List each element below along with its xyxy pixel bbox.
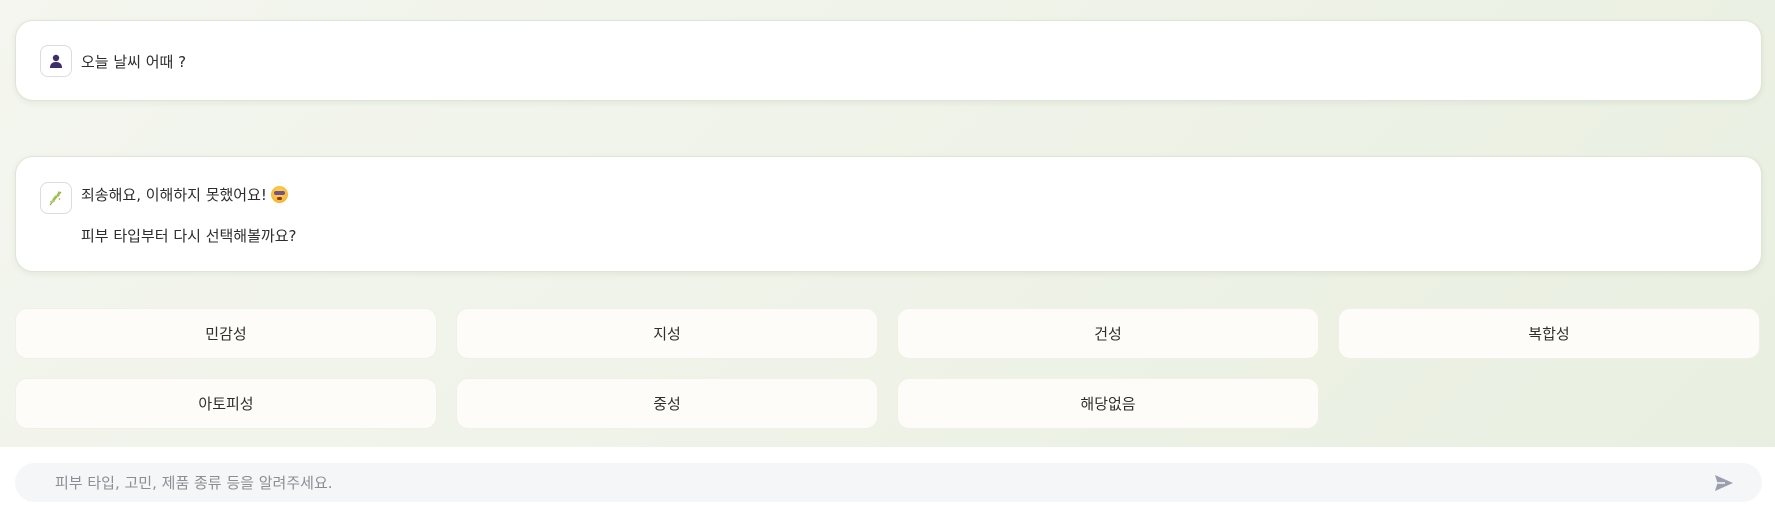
- user-message-text: 오늘 날씨 어때 ?: [81, 53, 187, 71]
- chat-area: 오늘 날씨 어때 ? 죄송해요, 이해하지 못했어요! 피부 타입부터 다시 선…: [0, 0, 1775, 447]
- skin-type-option-none[interactable]: 해당없음: [897, 378, 1319, 429]
- dizzy-face-emoji: [270, 186, 288, 203]
- bot-message-bubble: 죄송해요, 이해하지 못했어요! 피부 타입부터 다시 선택해볼까요?: [15, 156, 1762, 272]
- skin-type-option-normal[interactable]: 중성: [456, 378, 878, 429]
- bot-message-line-2: 피부 타입부터 다시 선택해볼까요?: [81, 227, 297, 245]
- message-input[interactable]: [55, 463, 1655, 502]
- bot-message-line-1: 죄송해요, 이해하지 못했어요!: [81, 184, 288, 205]
- send-icon: [1715, 475, 1733, 491]
- send-button[interactable]: [1712, 472, 1736, 494]
- bot-message-line-1-text: 죄송해요, 이해하지 못했어요!: [81, 186, 267, 204]
- skin-type-option-atopic[interactable]: 아토피성: [15, 378, 437, 429]
- skin-type-option-combination[interactable]: 복합성: [1338, 308, 1760, 359]
- bot-avatar: [40, 182, 72, 214]
- message-input-container: [15, 463, 1762, 502]
- skin-type-option-oily[interactable]: 지성: [456, 308, 878, 359]
- skin-type-option-dry[interactable]: 건성: [897, 308, 1319, 359]
- leaf-sprig-icon: [49, 191, 62, 206]
- user-icon: [50, 54, 62, 68]
- skin-type-option-sensitive[interactable]: 민감성: [15, 308, 437, 359]
- user-message-bubble: 오늘 날씨 어때 ?: [15, 20, 1762, 101]
- input-bar: [0, 447, 1775, 530]
- user-avatar: [40, 45, 72, 77]
